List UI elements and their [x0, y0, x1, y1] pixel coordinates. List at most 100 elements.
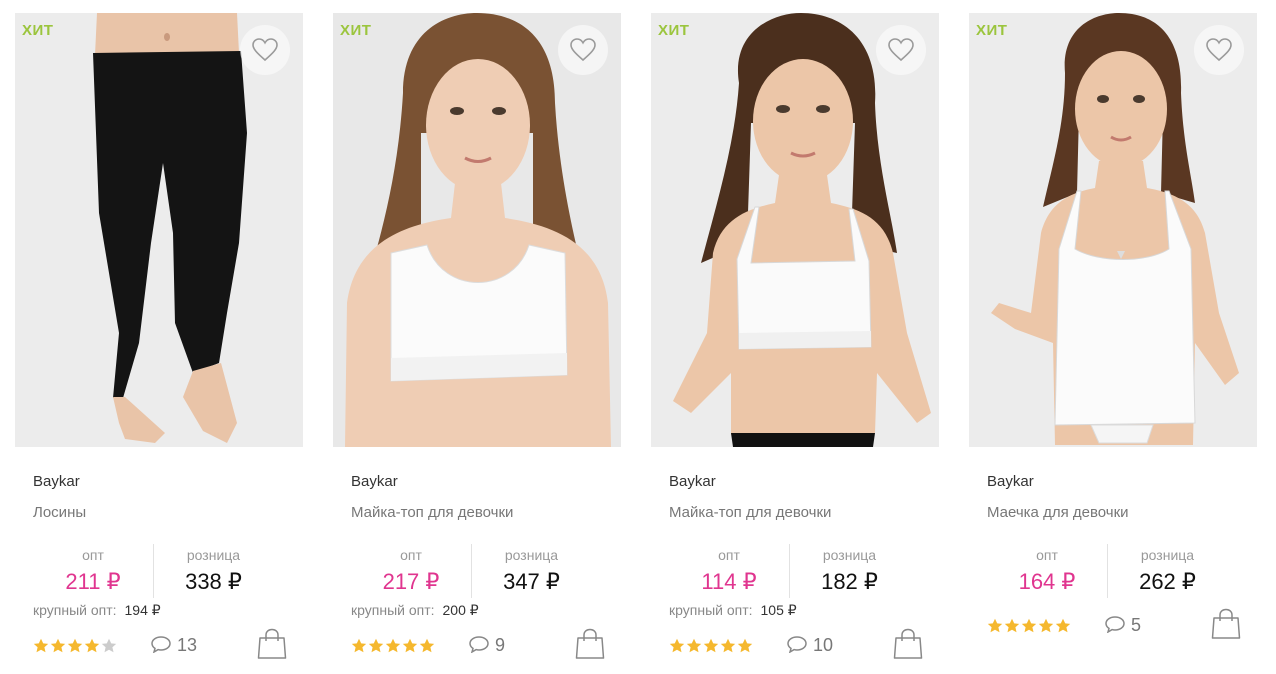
reviews-link[interactable]: 9: [469, 635, 505, 656]
star-icon: [1055, 618, 1072, 634]
star-icon: [368, 638, 385, 654]
price-block: опт 211 ₽ розница 338 ₽: [33, 544, 283, 600]
product-brand[interactable]: Baykar: [669, 473, 716, 490]
retail-value: 347 ₽: [503, 569, 560, 594]
retail-price: розница 347 ₽: [471, 544, 591, 598]
favorite-button[interactable]: [240, 25, 290, 75]
reviews-count: 13: [177, 635, 198, 655]
reviews-count: 10: [813, 635, 834, 655]
reviews-link[interactable]: 13: [151, 635, 197, 656]
hit-badge: ХИТ: [22, 22, 54, 39]
heart-outline-icon: [570, 38, 596, 62]
star-icon: [33, 638, 50, 654]
retail-price: розница 338 ₽: [153, 544, 273, 598]
star-icon: [402, 638, 419, 654]
star-rating: [669, 638, 754, 654]
shopping-bag-icon: [893, 628, 923, 659]
product-grid: ХИТ Baykar Лосины опт 211 ₽ розница 338 …: [0, 0, 1276, 674]
product-brand[interactable]: Baykar: [987, 473, 1034, 490]
retail-price: розница 182 ₽: [789, 544, 909, 598]
wholesale-value: 217 ₽: [382, 569, 440, 594]
shopping-bag-icon: [575, 628, 605, 659]
product-title[interactable]: Майка-топ для девочки: [351, 504, 513, 521]
rating-row: 9: [351, 628, 609, 660]
speech-bubble-icon: [151, 636, 171, 654]
child-white-camisole-photo: [969, 13, 1257, 447]
heart-outline-icon: [252, 38, 278, 62]
product-photo[interactable]: ХИТ: [969, 13, 1257, 447]
retail-label: розница: [504, 547, 559, 563]
speech-bubble-icon: [1105, 616, 1125, 634]
star-icon: [385, 638, 402, 654]
star-icon: [50, 638, 67, 654]
add-to-cart-button[interactable]: [1211, 608, 1241, 640]
black-leggings-photo: [15, 13, 303, 447]
retail-label: розница: [186, 547, 241, 563]
star-icon: [1038, 618, 1055, 634]
retail-label: розница: [1140, 547, 1195, 563]
wholesale-label: опт: [1036, 547, 1058, 563]
product-card[interactable]: ХИТ Baykar Майка-топ для девочки опт 114…: [636, 0, 954, 674]
bulk-label: крупный опт:: [669, 602, 753, 618]
retail-value: 262 ₽: [1139, 569, 1196, 594]
bulk-label: крупный опт:: [33, 602, 117, 618]
product-card[interactable]: ХИТ Baykar Майка-топ для девочки опт 217…: [318, 0, 636, 674]
star-icon: [703, 638, 720, 654]
reviews-link[interactable]: 5: [1105, 615, 1141, 636]
wholesale-value: 211 ₽: [65, 569, 121, 594]
product-brand[interactable]: Baykar: [33, 473, 80, 490]
product-brand[interactable]: Baykar: [351, 473, 398, 490]
hit-badge: ХИТ: [976, 22, 1008, 39]
add-to-cart-button[interactable]: [893, 628, 923, 660]
wholesale-value: 164 ₽: [1018, 569, 1076, 594]
favorite-button[interactable]: [876, 25, 926, 75]
heart-outline-icon: [888, 38, 914, 62]
add-to-cart-button[interactable]: [575, 628, 605, 660]
product-card[interactable]: ХИТ Baykar Маечка для девочки опт 164 ₽ …: [954, 0, 1272, 674]
star-icon: [1004, 618, 1021, 634]
add-to-cart-button[interactable]: [257, 628, 287, 660]
reviews-count: 5: [1131, 615, 1142, 635]
rating-row: 5: [987, 608, 1245, 640]
retail-label: розница: [822, 547, 877, 563]
wholesale-price: опт 164 ₽: [987, 544, 1107, 596]
bulk-price: крупный опт: 194 ₽: [33, 602, 161, 619]
price-block: опт 114 ₽ розница 182 ₽: [669, 544, 919, 600]
wholesale-label: опт: [82, 547, 104, 563]
star-icon: [686, 638, 703, 654]
star-icon: [84, 638, 101, 654]
product-photo[interactable]: ХИТ: [651, 13, 939, 447]
star-rating: [33, 638, 118, 654]
star-icon: [737, 638, 754, 654]
star-rating: [351, 638, 436, 654]
speech-bubble-icon: [787, 636, 807, 654]
bulk-price: крупный опт: 105 ₽: [669, 602, 797, 619]
favorite-button[interactable]: [1194, 25, 1244, 75]
star-icon: [987, 618, 1004, 634]
retail-price: розница 262 ₽: [1107, 544, 1227, 598]
product-card[interactable]: ХИТ Baykar Лосины опт 211 ₽ розница 338 …: [0, 0, 318, 674]
bulk-value: 194 ₽: [124, 602, 161, 618]
rating-row: 13: [33, 628, 291, 660]
girl-white-crop-top-photo: [333, 13, 621, 447]
product-photo[interactable]: ХИТ: [15, 13, 303, 447]
star-icon: [67, 638, 84, 654]
shopping-bag-icon: [257, 628, 287, 659]
product-title[interactable]: Маечка для девочки: [987, 504, 1129, 521]
wholesale-label: опт: [400, 547, 422, 563]
product-title[interactable]: Майка-топ для девочки: [669, 504, 831, 521]
bulk-price: крупный опт: 200 ₽: [351, 602, 479, 619]
shopping-bag-icon: [1211, 608, 1241, 639]
retail-value: 182 ₽: [821, 569, 878, 594]
star-icon: [419, 638, 436, 654]
hit-badge: ХИТ: [340, 22, 372, 39]
product-title[interactable]: Лосины: [33, 504, 86, 521]
star-icon: [669, 638, 686, 654]
favorite-button[interactable]: [558, 25, 608, 75]
product-photo[interactable]: ХИТ: [333, 13, 621, 447]
rating-row: 10: [669, 628, 927, 660]
star-icon: [101, 638, 118, 654]
bulk-label: крупный опт:: [351, 602, 435, 618]
price-block: опт 164 ₽ розница 262 ₽: [987, 544, 1237, 600]
reviews-link[interactable]: 10: [787, 635, 833, 656]
